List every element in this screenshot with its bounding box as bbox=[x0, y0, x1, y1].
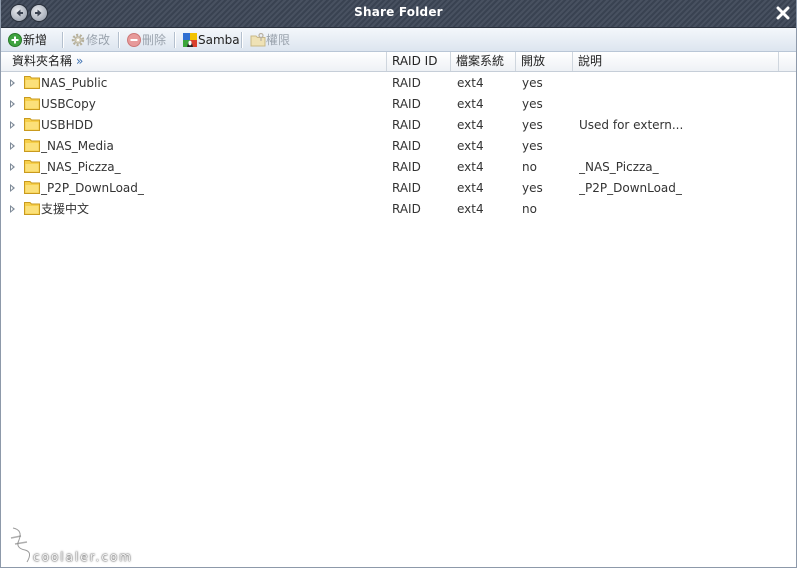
toolbar-separator bbox=[118, 32, 120, 48]
gear-icon bbox=[71, 33, 85, 47]
column-header-fs[interactable]: 檔案系統 bbox=[451, 52, 516, 71]
open-status: no bbox=[522, 160, 537, 174]
column-header-fs-label: 檔案系統 bbox=[456, 54, 505, 68]
watermark: coolaler.com bbox=[7, 524, 157, 566]
folder-icon bbox=[24, 118, 40, 131]
table-row[interactable]: NAS_Public RAID ext4 yes bbox=[1, 73, 796, 94]
delete-icon bbox=[127, 33, 141, 47]
toolbar-separator bbox=[174, 32, 176, 48]
open-status: no bbox=[522, 202, 537, 216]
raid-id: RAID bbox=[392, 118, 421, 132]
expand-arrow-icon[interactable] bbox=[10, 205, 15, 213]
description bbox=[579, 199, 779, 220]
expand-arrow-icon[interactable] bbox=[10, 121, 15, 129]
folder-name: _NAS_Piczza_ bbox=[41, 160, 121, 174]
expand-arrow-icon[interactable] bbox=[10, 79, 15, 87]
folder-icon bbox=[24, 97, 40, 110]
open-status: yes bbox=[522, 181, 543, 195]
folder-key-icon bbox=[250, 32, 266, 47]
permission-label: 權限 bbox=[266, 33, 291, 47]
table-row[interactable]: 支援中文 RAID ext4 no bbox=[1, 199, 796, 220]
add-icon bbox=[8, 33, 22, 47]
share-folder-window: Share Folder 新增 修改 刪除 Samba 權限 資料夾名稱 » R… bbox=[0, 0, 797, 568]
folder-icon bbox=[24, 76, 40, 89]
table-row[interactable]: _NAS_Piczza_ RAID ext4 no _NAS_Piczza_ bbox=[1, 157, 796, 178]
column-header-open-label: 開放 bbox=[521, 54, 546, 68]
delete-label: 刪除 bbox=[142, 33, 167, 47]
raid-id: RAID bbox=[392, 139, 421, 153]
close-icon[interactable] bbox=[776, 6, 790, 20]
file-system: ext4 bbox=[457, 202, 484, 216]
expand-arrow-icon[interactable] bbox=[10, 184, 15, 192]
description bbox=[579, 73, 779, 94]
edit-label: 修改 bbox=[86, 33, 111, 47]
folder-icon bbox=[24, 181, 40, 194]
toolbar-separator bbox=[241, 32, 243, 48]
column-header-name-label: 資料夾名稱 bbox=[12, 54, 73, 68]
raid-id: RAID bbox=[392, 160, 421, 174]
folder-name: 支援中文 bbox=[41, 202, 90, 216]
folder-name: USBHDD bbox=[41, 118, 94, 132]
file-system: ext4 bbox=[457, 76, 484, 90]
column-header-raid-label: RAID ID bbox=[392, 54, 438, 68]
folder-name: NAS_Public bbox=[41, 76, 108, 90]
add-label: 新增 bbox=[23, 33, 48, 47]
raid-id: RAID bbox=[392, 97, 421, 111]
folder-icon bbox=[24, 202, 40, 215]
description: Used for extern... bbox=[579, 118, 684, 132]
file-system: ext4 bbox=[457, 160, 484, 174]
folder-name: _NAS_Media bbox=[41, 139, 114, 153]
toolbar-separator bbox=[62, 32, 64, 48]
watermark-text: coolaler.com bbox=[33, 550, 133, 564]
folder-icon bbox=[24, 139, 40, 152]
table-row[interactable]: USBCopy RAID ext4 yes bbox=[1, 94, 796, 115]
samba-label: Samba bbox=[198, 33, 240, 47]
column-header-desc-label: 說明 bbox=[578, 54, 603, 68]
table-row[interactable]: USBHDD RAID ext4 yes Used for extern... bbox=[1, 115, 796, 136]
open-status: yes bbox=[522, 76, 543, 90]
open-status: yes bbox=[522, 118, 543, 132]
folder-icon bbox=[24, 160, 40, 173]
window-title: Share Folder bbox=[354, 5, 443, 19]
samba-icon bbox=[183, 33, 197, 47]
description: _NAS_Piczza_ bbox=[579, 160, 659, 174]
file-system: ext4 bbox=[457, 97, 484, 111]
raid-id: RAID bbox=[392, 181, 421, 195]
description: _P2P_DownLoad_ bbox=[579, 181, 682, 195]
open-status: yes bbox=[522, 139, 543, 153]
toolbar: 新增 修改 刪除 Samba 權限 bbox=[1, 28, 796, 52]
file-system: ext4 bbox=[457, 139, 484, 153]
description bbox=[579, 136, 779, 157]
expand-arrow-icon[interactable] bbox=[10, 142, 15, 150]
folder-name: USBCopy bbox=[41, 97, 96, 111]
file-system: ext4 bbox=[457, 118, 484, 132]
column-header-open[interactable]: 開放 bbox=[516, 52, 573, 71]
description bbox=[579, 94, 779, 115]
table-row[interactable]: _NAS_Media RAID ext4 yes bbox=[1, 136, 796, 157]
folder-name: _P2P_DownLoad_ bbox=[41, 181, 144, 195]
table-row[interactable]: _P2P_DownLoad_ RAID ext4 yes _P2P_DownLo… bbox=[1, 178, 796, 199]
column-header-desc[interactable]: 說明 bbox=[573, 52, 779, 71]
expand-arrow-icon[interactable] bbox=[10, 100, 15, 108]
table-header: 資料夾名稱» RAID ID 檔案系統 開放 說明 bbox=[1, 52, 796, 72]
raid-id: RAID bbox=[392, 76, 421, 90]
raid-id: RAID bbox=[392, 202, 421, 216]
column-header-raid[interactable]: RAID ID bbox=[387, 52, 451, 71]
expand-arrow-icon[interactable] bbox=[10, 163, 15, 171]
file-system: ext4 bbox=[457, 181, 484, 195]
title-bar: Share Folder bbox=[1, 0, 796, 28]
open-status: yes bbox=[522, 97, 543, 111]
column-header-name[interactable]: 資料夾名稱» bbox=[7, 52, 387, 71]
double-chevron-right-icon: » bbox=[76, 54, 84, 68]
table-body: NAS_Public RAID ext4 yes USBCopy RAID ex… bbox=[1, 72, 796, 558]
